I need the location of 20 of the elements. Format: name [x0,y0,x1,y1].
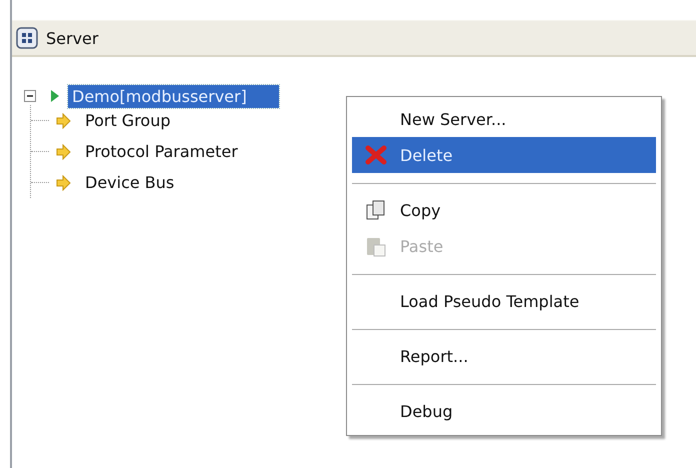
tree-item[interactable]: Protocol Parameter [81,140,242,163]
delete-icon [365,145,387,165]
arrow-icon [55,174,71,190]
menu-item[interactable]: New Server... [352,101,656,137]
menu-item[interactable]: Debug [352,393,656,429]
menu-item[interactable]: Delete [352,137,656,173]
menu-item[interactable]: Report... [352,338,656,374]
grid-icon [16,27,38,49]
tree-item[interactable]: Port Group [81,109,175,132]
arrow-icon [55,144,71,160]
collapse-icon[interactable] [24,90,36,102]
play-icon [50,89,60,103]
paste-icon [365,235,387,257]
panel-title: Server [46,28,98,48]
arrow-icon [55,112,71,128]
tree-item[interactable]: Device Bus [81,171,178,194]
copy-icon [365,199,387,221]
menu-item[interactable]: Copy [352,192,656,228]
tree-item[interactable]: Demo[modbusserver] [68,84,279,108]
menu-item[interactable]: Load Pseudo Template [352,283,656,319]
